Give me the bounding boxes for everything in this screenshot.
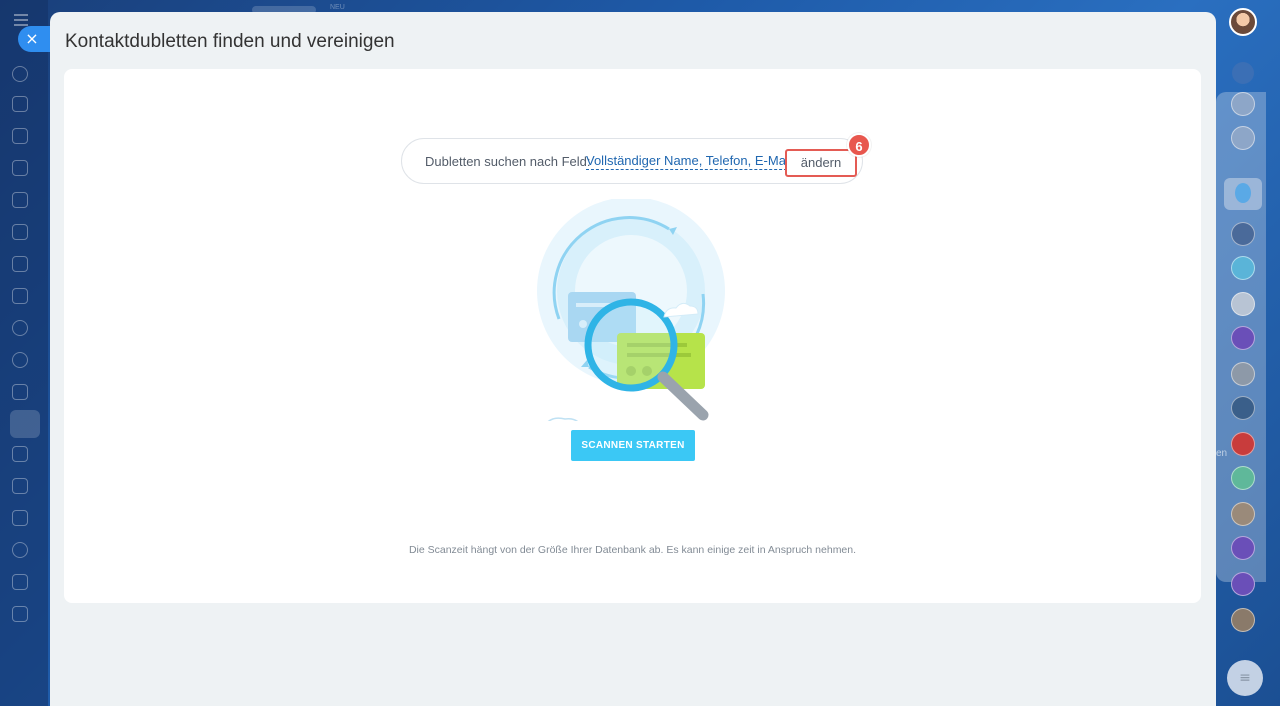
- contact-avatar[interactable]: [1231, 432, 1255, 456]
- chat-list-button[interactable]: ≡: [1227, 660, 1263, 696]
- contact-avatar[interactable]: [1231, 326, 1255, 350]
- sign-icon[interactable]: [12, 478, 28, 494]
- rail-partial-label: en: [1216, 448, 1228, 459]
- bookmark-icon[interactable]: [1224, 178, 1262, 210]
- contact-avatar[interactable]: [1231, 466, 1255, 490]
- search-field-label: Dubletten suchen nach Feld:: [425, 154, 591, 169]
- user-avatar[interactable]: [1229, 8, 1257, 36]
- contact-avatar[interactable]: [1231, 608, 1255, 632]
- cart-icon[interactable]: [12, 574, 28, 590]
- tasks-icon[interactable]: [12, 224, 28, 240]
- chat-search-icon[interactable]: [1231, 126, 1255, 150]
- scan-time-hint: Die Scanzeit hängt von der Größe Ihrer D…: [408, 544, 857, 556]
- spiral-icon[interactable]: [1231, 92, 1255, 116]
- sitemap-icon[interactable]: [12, 66, 28, 82]
- mail-icon[interactable]: [12, 288, 28, 304]
- step-badge: 6: [847, 133, 871, 157]
- contacts-icon[interactable]: [12, 320, 28, 336]
- selected-fields-link[interactable]: Vollständiger Name, Telefon, E-Mail: [586, 154, 792, 170]
- change-fields-button[interactable]: ändern: [785, 149, 857, 177]
- contact-avatar[interactable]: [1231, 502, 1255, 526]
- contact-avatar[interactable]: [1231, 222, 1255, 246]
- analytics-icon[interactable]: [12, 542, 28, 558]
- duplicate-finder-slider: Kontaktdubletten finden und vereinigen D…: [50, 12, 1216, 706]
- close-icon: ×: [25, 29, 39, 48]
- database-icon[interactable]: [12, 446, 28, 462]
- robot-icon[interactable]: [12, 510, 28, 526]
- sites-icon[interactable]: [12, 384, 28, 400]
- chat-icon[interactable]: [12, 128, 28, 144]
- content-card: Dubletten suchen nach Feld: Vollständige…: [64, 69, 1201, 603]
- left-sidebar: [0, 0, 48, 706]
- scan-illustration: [537, 199, 725, 421]
- calendar-icon[interactable]: [12, 160, 28, 176]
- page-title: Kontaktdubletten finden und vereinigen: [65, 31, 395, 52]
- bell-icon[interactable]: [1232, 62, 1254, 84]
- document-icon[interactable]: [12, 192, 28, 208]
- workgroups-icon[interactable]: [12, 352, 28, 368]
- contact-avatar[interactable]: [1231, 256, 1255, 280]
- news-icon[interactable]: [12, 96, 28, 112]
- close-slider-button[interactable]: ×: [18, 26, 50, 52]
- list-icon: ≡: [1239, 670, 1251, 686]
- stack-icon[interactable]: [12, 606, 28, 622]
- contact-avatar[interactable]: [1231, 292, 1255, 316]
- contact-avatar[interactable]: [1231, 572, 1255, 596]
- contact-avatar[interactable]: [1231, 536, 1255, 560]
- contact-avatar[interactable]: [1231, 362, 1255, 386]
- search-field-selector: Dubletten suchen nach Feld: Vollständige…: [401, 133, 871, 184]
- start-scan-button[interactable]: SCANNEN STARTEN: [571, 430, 695, 461]
- crm-active-item[interactable]: [10, 410, 40, 438]
- new-badge: NEU: [330, 4, 345, 11]
- drive-icon[interactable]: [12, 256, 28, 272]
- contact-avatar[interactable]: [1231, 396, 1255, 420]
